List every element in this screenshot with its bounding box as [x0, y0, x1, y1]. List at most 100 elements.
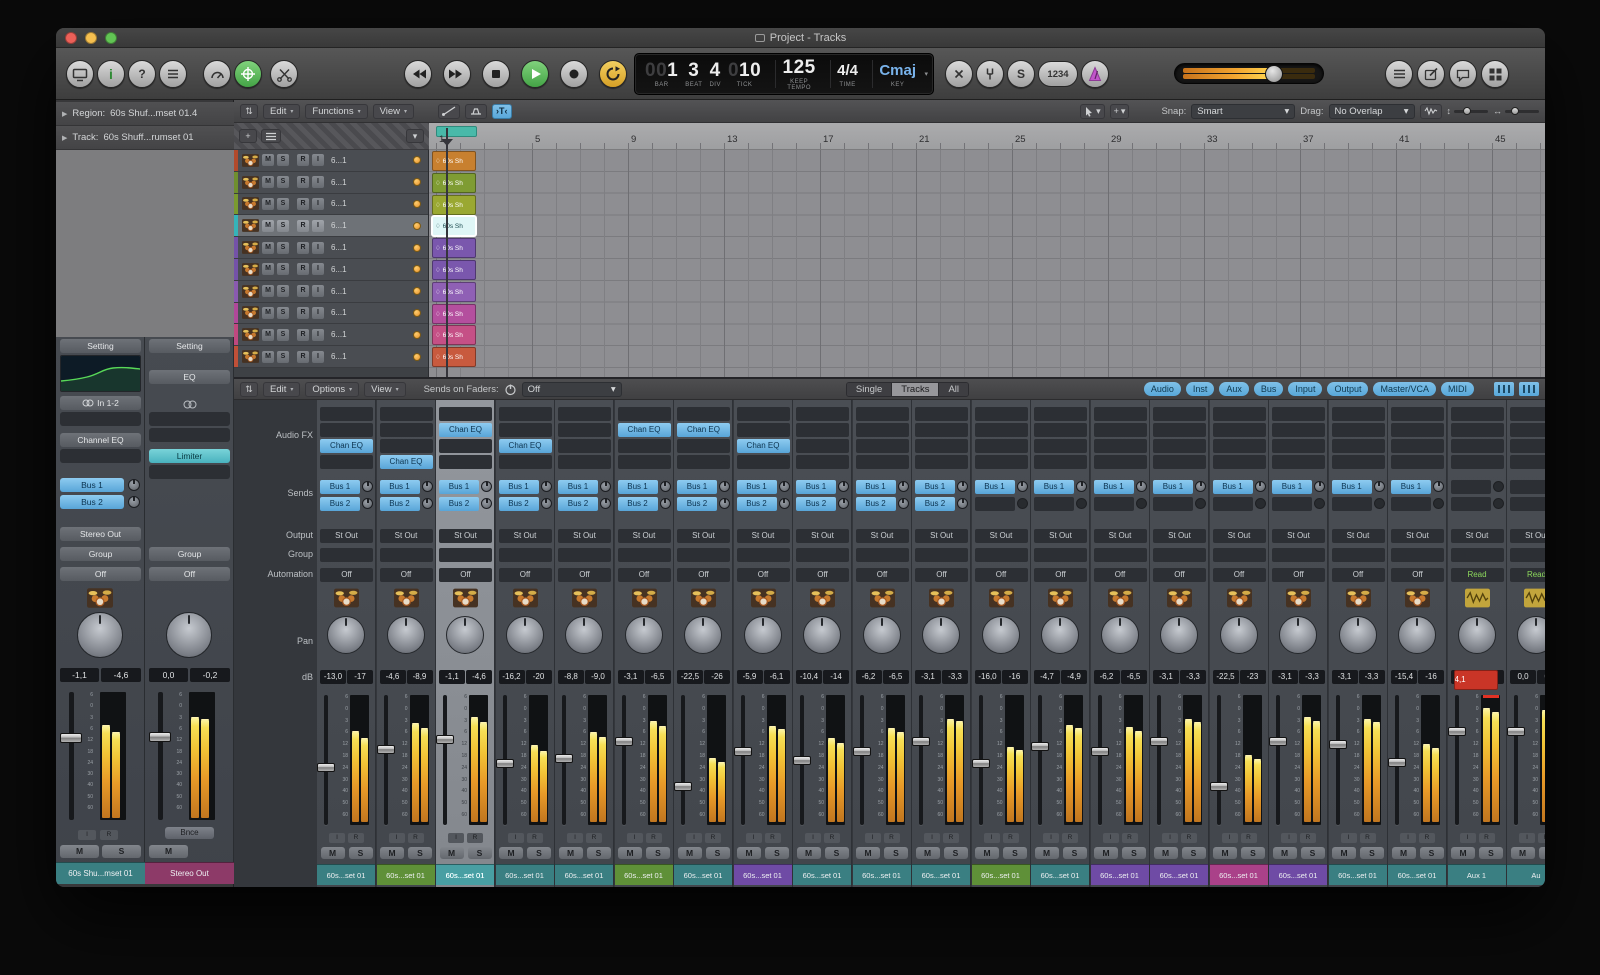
record-enable-button[interactable]: R	[297, 329, 309, 341]
audio-fx-slot[interactable]	[558, 439, 611, 453]
smart-controls-button[interactable]	[203, 60, 231, 88]
audio-fx-slot[interactable]	[1510, 407, 1545, 421]
empty-fx-slot[interactable]	[149, 428, 230, 442]
stop-button[interactable]	[482, 60, 510, 88]
automation-mode-button[interactable]: Off	[558, 568, 611, 582]
channel-name[interactable]: 60s...set 01	[972, 864, 1030, 885]
group-slot[interactable]	[975, 548, 1028, 562]
channel-name[interactable]: 60s...set 01	[674, 864, 732, 885]
solo-button[interactable]: S	[1063, 847, 1087, 859]
audio-fx-slot[interactable]	[1034, 439, 1087, 453]
mixer-channel[interactable]: Bus 1St OutOff-3,1-3,3603612182430405060…	[1150, 400, 1209, 887]
region-clip[interactable]: ♢ 60s Sh	[432, 282, 476, 302]
pan-knob[interactable]	[1279, 616, 1317, 654]
metronome-button[interactable]	[1081, 60, 1109, 88]
audio-fx-slot[interactable]	[796, 407, 849, 421]
mute-button[interactable]: M	[262, 220, 274, 232]
send-slot[interactable]	[1034, 497, 1074, 511]
send-knob[interactable]	[541, 498, 552, 509]
pan-knob[interactable]	[565, 616, 603, 654]
send-knob[interactable]	[1076, 498, 1087, 509]
editors-button[interactable]	[270, 60, 298, 88]
pan-knob[interactable]	[863, 616, 901, 654]
input-monitor-button[interactable]: I	[865, 833, 881, 843]
input-monitor-button[interactable]: I	[312, 351, 324, 363]
glue-tool[interactable]	[465, 104, 487, 119]
pan-knob[interactable]	[1160, 616, 1198, 654]
output-slot[interactable]: St Out	[618, 529, 671, 543]
mixer-channel[interactable]: Bus 1St OutOff-4,7-4,9603612182430405060…	[1031, 400, 1090, 887]
channel-name[interactable]: 60s Shu...mset 01	[56, 862, 145, 884]
record-enable-button[interactable]: R	[527, 833, 543, 843]
mixer-channel[interactable]: Bus 1St OutOff-15,4-16603612182430405060…	[1388, 400, 1447, 887]
volume-fader[interactable]: 603612182430405060	[145, 690, 234, 824]
mixer-channel[interactable]: Chan EQBus 1Bus 2St OutOff-16,2-20603612…	[496, 400, 555, 887]
master-level-meter[interactable]	[1174, 63, 1324, 84]
fader-cap[interactable]	[1448, 727, 1466, 736]
group-slot[interactable]	[1213, 548, 1266, 562]
record-enable-button[interactable]: R	[1003, 833, 1019, 843]
record-enable-button[interactable]: R	[1181, 833, 1197, 843]
audio-fx-slot[interactable]	[1272, 407, 1325, 421]
solo-button[interactable]: S	[277, 307, 289, 319]
group-slot[interactable]	[1153, 548, 1206, 562]
arrange-area[interactable]: ♢ 60s Sh♢ 60s Sh♢ 60s Sh♢ 60s Sh♢ 60s Sh…	[429, 150, 1545, 377]
send-slot[interactable]: Bus 2	[737, 497, 777, 511]
audio-fx-slot[interactable]	[1391, 423, 1444, 437]
fader-cap[interactable]	[317, 763, 335, 772]
audio-fx-slot[interactable]	[439, 407, 492, 421]
record-enable-button[interactable]: R	[1360, 833, 1376, 843]
output-slot[interactable]: St Out	[856, 529, 909, 543]
channel-name[interactable]: 60s...set 01	[615, 864, 673, 885]
playhead-marker[interactable]	[441, 139, 453, 152]
toolbar-toggle-button[interactable]	[1481, 60, 1509, 88]
region-clip[interactable]: ♢ 60s Sh	[432, 216, 476, 236]
sends-on-faders-dropdown[interactable]: Off▾	[522, 382, 622, 397]
volume-fader[interactable]: 603612182430405060	[377, 692, 436, 830]
send-knob[interactable]	[1255, 498, 1266, 509]
send-knob[interactable]	[1076, 481, 1087, 492]
volume-fader[interactable]: 603612182430405060	[496, 692, 555, 830]
channel-name[interactable]: 60s...set 01	[1091, 864, 1149, 885]
send-slot[interactable]: Bus 1	[1094, 480, 1134, 494]
pan-knob[interactable]	[1398, 616, 1436, 654]
tuner-button[interactable]	[976, 60, 1004, 88]
send-slot[interactable]: Bus 2	[380, 497, 420, 511]
volume-fader[interactable]: 603612182430405060	[1031, 692, 1090, 830]
group-slot[interactable]	[915, 548, 968, 562]
solo-button[interactable]: S	[277, 176, 289, 188]
automation-mode-button[interactable]: Off	[439, 568, 492, 582]
send-slot[interactable]: Bus 2	[856, 497, 896, 511]
output-slot[interactable]: St Out	[558, 529, 611, 543]
input-monitor-button[interactable]: I	[567, 833, 583, 843]
audio-fx-slot[interactable]	[856, 423, 909, 437]
pan-knob[interactable]	[1101, 616, 1139, 654]
record-enable-button[interactable]: R	[297, 285, 309, 297]
record-enable-button[interactable]: R	[1241, 833, 1257, 843]
filter-output[interactable]: Output	[1327, 382, 1368, 396]
channel-name[interactable]: Aux 1	[1448, 864, 1506, 885]
audio-fx-slot[interactable]	[558, 423, 611, 437]
audio-fx-slot[interactable]	[915, 407, 968, 421]
input-monitor-button[interactable]: I	[746, 833, 762, 843]
fader-cap[interactable]	[972, 759, 990, 768]
automation-mode-button[interactable]: Off	[796, 568, 849, 582]
fader-cap[interactable]	[60, 733, 82, 743]
send-knob[interactable]	[1433, 498, 1444, 509]
record-enable-button[interactable]: R	[297, 154, 309, 166]
record-enable-button[interactable]: R	[100, 830, 118, 840]
audio-fx-slot[interactable]	[320, 407, 373, 421]
group-slot[interactable]	[558, 548, 611, 562]
record-enable-button[interactable]: R	[297, 198, 309, 210]
input-monitor-button[interactable]: I	[329, 833, 345, 843]
audio-fx-slot[interactable]	[1213, 455, 1266, 469]
audio-fx-slot[interactable]	[380, 423, 433, 437]
volume-fader[interactable]: 603612182430405060	[1448, 692, 1507, 830]
group-slot[interactable]: Group	[149, 547, 230, 561]
volume-fader[interactable]: 603612182430405060	[674, 692, 733, 830]
group-slot[interactable]	[1272, 548, 1325, 562]
fader-cap[interactable]	[1150, 737, 1168, 746]
vertical-zoom-slider[interactable]: ↕	[1447, 106, 1489, 116]
channel-name[interactable]: 60s...set 01	[1210, 864, 1268, 885]
audio-fx-slot[interactable]	[737, 455, 790, 469]
